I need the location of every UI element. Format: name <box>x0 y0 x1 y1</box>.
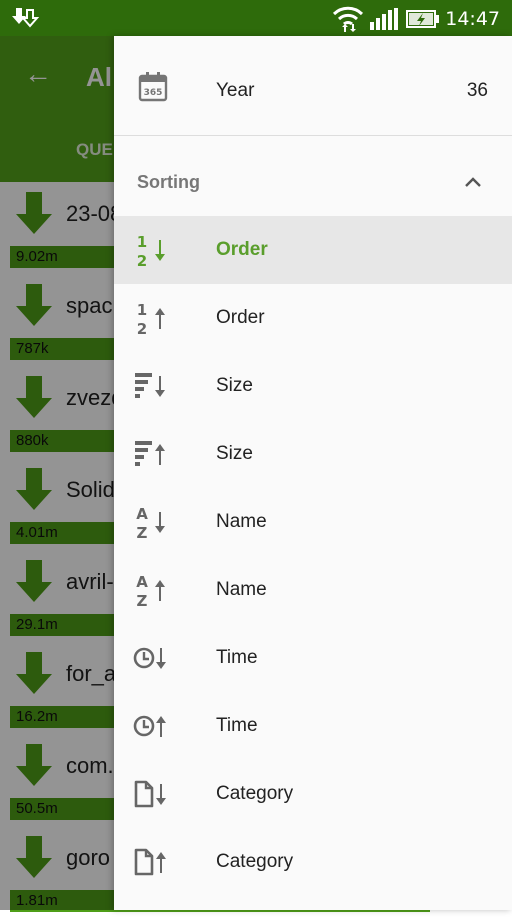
navigation-drawer: 365 Year 36 Sorting 12 Order 12 Order Si… <box>114 36 512 910</box>
svg-text:Z: Z <box>137 592 148 610</box>
sort-category-desc-icon <box>132 774 172 814</box>
signal-icon <box>370 8 398 30</box>
sort-item-label: Time <box>216 715 258 736</box>
sort-category-desc[interactable]: Category <box>114 760 512 828</box>
sort-item-label: Size <box>216 443 253 464</box>
sort-item-label: Order <box>216 307 265 328</box>
sort-item-label: Name <box>216 511 267 532</box>
status-time: 14:47 <box>445 8 500 30</box>
sort-item-label: Category <box>216 783 294 804</box>
sort-numeric-desc-icon: 12 <box>132 230 172 270</box>
divider <box>114 135 512 136</box>
sort-size-desc[interactable]: Size <box>114 352 512 420</box>
sort-name-asc[interactable]: AZ Name <box>114 556 512 624</box>
sort-order-desc[interactable]: 12 Order <box>114 216 512 284</box>
year-label: Year <box>216 80 255 101</box>
sort-time-asc-icon <box>132 706 172 746</box>
sort-size-asc[interactable]: Size <box>114 420 512 488</box>
svg-text:1: 1 <box>137 233 147 251</box>
svg-text:2: 2 <box>137 252 147 270</box>
sort-item-label: Order <box>216 239 268 260</box>
svg-text:A: A <box>136 573 148 591</box>
status-bar: 14:47 <box>0 0 512 36</box>
wifi-icon <box>332 6 364 32</box>
calendar-365-icon: 365 <box>138 72 168 102</box>
sort-size-asc-icon <box>132 434 172 474</box>
sorting-section-header[interactable]: Sorting <box>114 148 512 216</box>
svg-text:1: 1 <box>137 301 147 319</box>
sort-item-label: Category <box>216 851 294 872</box>
sort-category-asc-icon <box>132 842 172 882</box>
sort-item-label: Time <box>216 647 258 668</box>
sort-size-desc-icon <box>132 366 172 406</box>
sort-item-label: Size <box>216 375 253 396</box>
svg-text:2: 2 <box>137 320 147 338</box>
sort-numeric-asc-icon: 12 <box>132 298 172 338</box>
year-filter-row[interactable]: 365 Year 36 <box>114 36 512 136</box>
sort-time-asc[interactable]: Time <box>114 692 512 760</box>
chevron-up-icon[interactable] <box>464 176 482 188</box>
sort-alpha-asc-icon: AZ <box>132 570 172 610</box>
sort-alpha-desc-icon: AZ <box>132 502 172 542</box>
svg-text:365: 365 <box>144 88 163 98</box>
sort-order-asc[interactable]: 12 Order <box>114 284 512 352</box>
sort-time-desc[interactable]: Time <box>114 624 512 692</box>
year-value: 36 <box>466 80 488 101</box>
svg-text:Z: Z <box>137 524 148 542</box>
svg-text:A: A <box>136 505 148 523</box>
sort-name-desc[interactable]: AZ Name <box>114 488 512 556</box>
sort-category-asc[interactable]: Category <box>114 828 512 896</box>
sort-item-label: Name <box>216 579 267 600</box>
download-notification-icon <box>12 8 40 28</box>
sorting-label: Sorting <box>137 172 200 192</box>
battery-charging-icon <box>406 10 439 28</box>
sort-time-desc-icon <box>132 638 172 678</box>
